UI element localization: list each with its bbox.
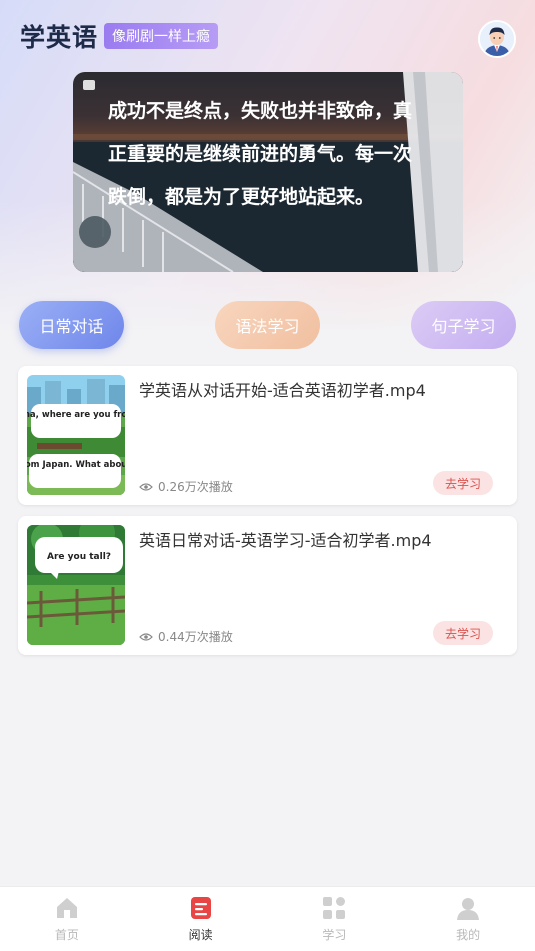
tab-home[interactable]: 首页 <box>0 887 134 951</box>
tab-label: 学习 <box>322 928 347 942</box>
thumb-bubble-text: I am from Japan. What about you? <box>27 460 125 470</box>
video-card[interactable]: Hana, where are you from? I am from Japa… <box>18 366 517 505</box>
banner-quote: 成功不是终点，失败也并非致命，真正重要的是继续前进的勇气。每一次跌倒，都是为了更… <box>108 100 413 208</box>
tab-reading[interactable]: 阅读 <box>134 887 268 951</box>
eye-icon <box>139 632 153 641</box>
app-title: 学英语 <box>20 23 99 52</box>
view-count-text: 0.44万次播放 <box>158 630 233 644</box>
tab-study[interactable]: 学习 <box>268 887 402 951</box>
category-daily-dialogue[interactable]: 日常对话 <box>19 301 124 349</box>
book-icon <box>190 897 211 919</box>
video-card[interactable]: Are you tall? 英语日常对话-英语学习-适合初学者.mp4 0.44… <box>18 516 517 655</box>
bottom-tab-bar: 首页 阅读 学习 我的 <box>0 886 535 951</box>
video-thumbnail: Are you tall? <box>27 525 125 645</box>
app-header: 学英语 像刷剧一样上瘾 <box>20 18 219 54</box>
user-icon <box>457 898 480 920</box>
tab-label: 我的 <box>456 928 481 942</box>
category-grammar[interactable]: 语法学习 <box>215 301 320 349</box>
tab-label: 阅读 <box>188 928 213 942</box>
slogan-badge: 像刷剧一样上瘾 <box>104 23 219 49</box>
thumb-bubble-text: Are you tall? <box>47 552 111 562</box>
category-sentences[interactable]: 句子学习 <box>411 301 516 349</box>
go-study-button[interactable]: 去学习 <box>433 621 493 645</box>
view-count: 0.26万次播放 <box>139 478 233 495</box>
grid-icon <box>323 897 346 919</box>
video-thumbnail: Hana, where are you from? I am from Japa… <box>27 375 125 495</box>
video-title: 英语日常对话-英语学习-适合初学者.mp4 <box>139 531 432 550</box>
tab-label: 首页 <box>54 928 79 942</box>
go-study-button[interactable]: 去学习 <box>433 471 493 495</box>
view-count-text: 0.26万次播放 <box>158 480 233 494</box>
avatar[interactable] <box>478 20 516 58</box>
video-title: 学英语从对话开始-适合英语初学者.mp4 <box>139 381 426 400</box>
quote-banner[interactable]: 成功不是终点，失败也并非致命，真正重要的是继续前进的勇气。每一次跌倒，都是为了更… <box>73 72 463 272</box>
eye-icon <box>139 482 153 491</box>
view-count: 0.44万次播放 <box>139 628 233 645</box>
home-icon <box>56 898 77 918</box>
thumb-bubble-text: Hana, where are you from? <box>27 410 125 420</box>
tab-profile[interactable]: 我的 <box>401 887 535 951</box>
